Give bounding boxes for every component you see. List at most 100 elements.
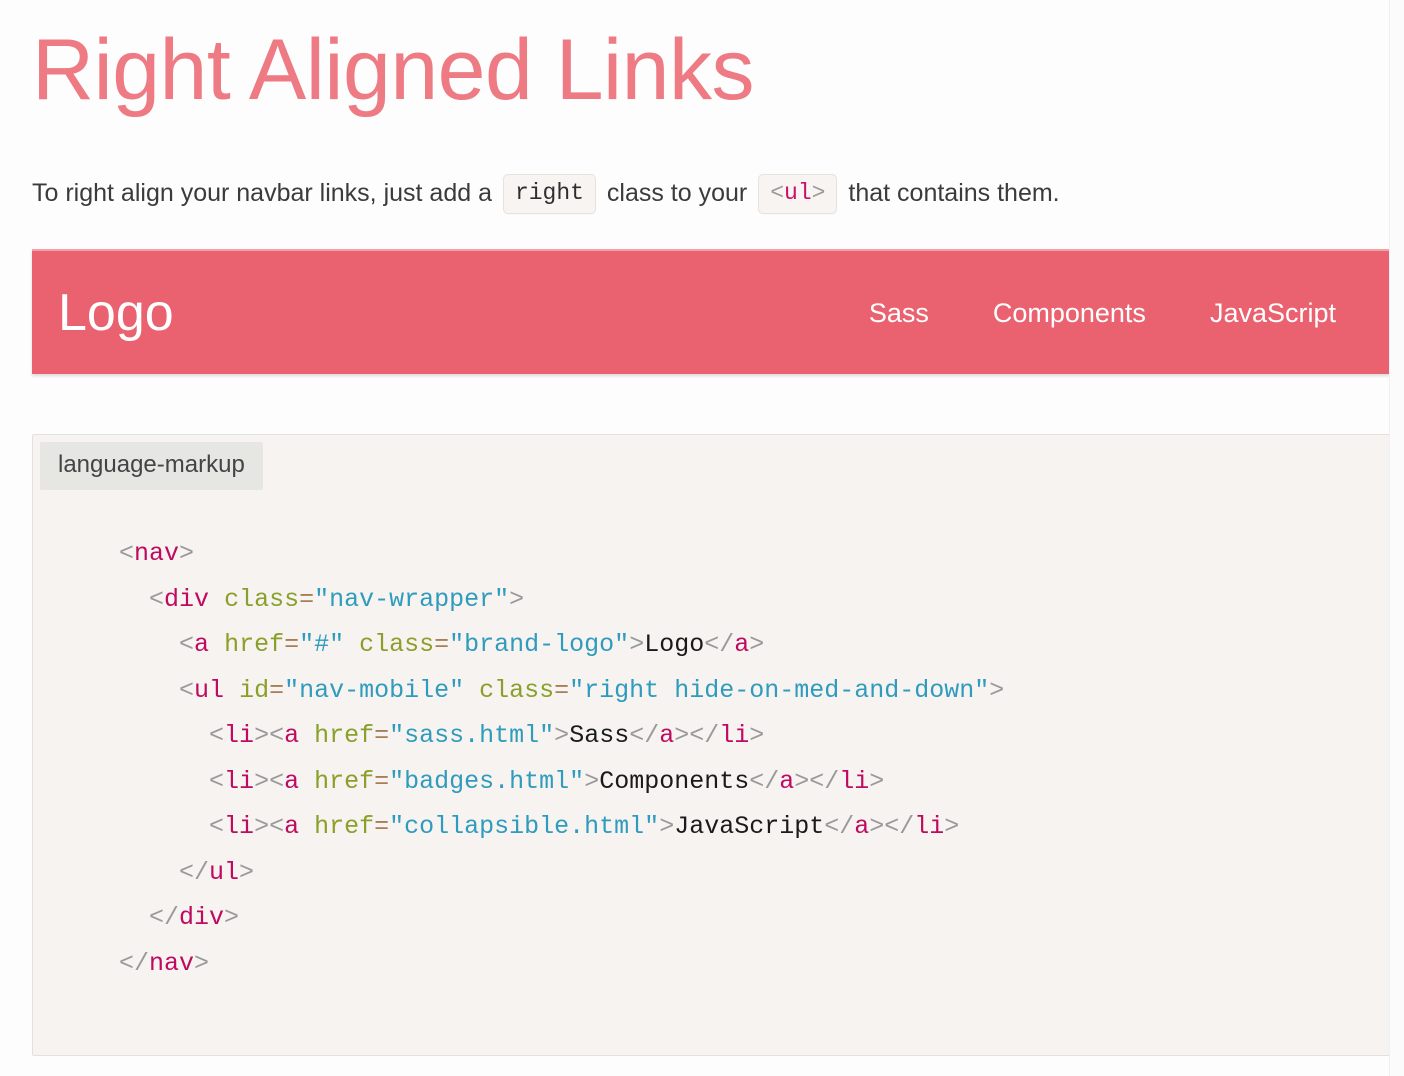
navbar-link-item: Sass [837, 297, 961, 329]
code-token-punc: </ [119, 948, 150, 978]
code-token-punc: > [509, 584, 525, 614]
code-token-punc: >< [254, 766, 285, 796]
code-token-punc: < [149, 584, 165, 614]
code-token-punc: > [944, 812, 960, 841]
intro-paragraph: To right align your navbar links, just a… [32, 126, 1390, 214]
code-token-punc: ></ [674, 721, 720, 750]
code-token-tag: a [659, 721, 675, 750]
code-token-punc: > [659, 812, 675, 841]
code-token-tag: a [194, 630, 210, 659]
intro-text-part3: that contains them. [848, 179, 1060, 207]
code-token-punc: > [749, 630, 765, 659]
code-token-punc: > [194, 948, 210, 978]
code-token-punc: < [209, 812, 225, 841]
code-line: </ul> [89, 850, 1389, 896]
code-token-tag: a [284, 766, 300, 796]
page-root: Right Aligned Links To right align your … [0, 0, 1404, 1076]
page-title: Right Aligned Links [32, 22, 754, 118]
code-token-punc: > [239, 857, 255, 887]
code-token-str: "nav-wrapper" [314, 584, 510, 614]
code-token-tag: li [224, 721, 255, 750]
code-line: <div class="nav-wrapper"> [89, 577, 1389, 623]
code-token-str: "sass.html" [389, 721, 555, 750]
code-token-eq: = [554, 675, 570, 705]
code-line: <li><a href="badges.html">Components</a>… [89, 759, 1389, 805]
code-token-tag: a [779, 766, 795, 796]
code-token-punc: >< [254, 812, 285, 841]
inline-code-ul-close: > [811, 180, 826, 206]
code-token-str: "collapsible.html" [389, 812, 660, 841]
code-token-punc: > [179, 539, 195, 568]
code-token-punc: ></ [794, 766, 840, 796]
code-token-attr: href [314, 812, 375, 841]
navbar-demo: Logo Sass Components JavaScript [32, 249, 1390, 374]
code-token-attr: href [224, 630, 285, 659]
code-token-punc: > [584, 766, 600, 796]
code-token-punc: < [209, 721, 225, 750]
code-token-punc: >< [254, 721, 285, 750]
inline-code-ul-open: < [770, 180, 785, 206]
code-token-eq: = [434, 630, 450, 659]
code-token-tag: a [734, 630, 750, 659]
code-token-eq: = [269, 675, 285, 705]
inline-code-right: right [502, 174, 596, 214]
page-scrollbar[interactable] [1389, 0, 1404, 1076]
navbar-link-item: JavaScript [1178, 297, 1368, 329]
inline-code-ul: <ul> [758, 174, 838, 214]
navbar-link-javascript[interactable]: JavaScript [1178, 297, 1368, 329]
code-token-text: Logo [644, 630, 705, 659]
code-token-tag: nav [134, 539, 180, 568]
code-token-tag: li [224, 812, 255, 841]
code-token-punc: > [749, 721, 765, 750]
code-token-attr: class [479, 675, 555, 705]
code-token-eq: = [299, 584, 315, 614]
navbar-link-components[interactable]: Components [961, 297, 1178, 329]
code-token-tag: a [284, 721, 300, 750]
code-token-eq: = [284, 630, 300, 659]
code-token-text: JavaScript [674, 812, 825, 841]
code-token-punc: </ [629, 721, 660, 750]
code-token-punc: < [179, 675, 195, 705]
code-token-tag: li [839, 766, 870, 796]
code-line: <ul id="nav-mobile" class="right hide-on… [89, 668, 1389, 714]
code-block: language-markup <nav> <div class="nav-wr… [32, 434, 1390, 1056]
code-line: </div> [89, 895, 1389, 941]
code-token-str: "right hide-on-med-and-down" [569, 675, 990, 705]
code-snippet[interactable]: <nav> <div class="nav-wrapper"> <a href=… [33, 435, 1389, 986]
code-token-tag: li [719, 721, 750, 750]
code-token-punc: ></ [869, 812, 915, 841]
code-token-tag: nav [149, 948, 195, 978]
code-token-punc: < [119, 539, 135, 568]
code-token-eq: = [374, 766, 390, 796]
code-token-eq: = [374, 812, 390, 841]
code-token-punc: </ [149, 903, 180, 932]
navbar-link-item: Components [961, 297, 1178, 329]
code-token-text: Sass [569, 721, 630, 750]
code-token-text: Components [599, 766, 750, 796]
code-token-punc: > [224, 903, 240, 932]
code-token-attr: id [239, 675, 270, 705]
code-token-punc: > [869, 766, 885, 796]
code-token-punc: > [989, 675, 1005, 705]
code-token-tag: ul [194, 675, 225, 705]
code-token-attr: href [314, 721, 375, 750]
code-line: <li><a href="sass.html">Sass</a></li> [89, 713, 1389, 759]
code-token-str: "badges.html" [389, 766, 585, 796]
navbar-link-sass[interactable]: Sass [837, 297, 961, 329]
intro-text-part2: class to your [606, 179, 748, 207]
code-token-tag: ul [209, 857, 240, 887]
brand-logo-link[interactable]: Logo [58, 285, 174, 341]
code-token-eq: = [374, 721, 390, 750]
code-token-attr: class [359, 630, 435, 659]
code-token-punc: </ [704, 630, 735, 659]
intro-text-part1: To right align your navbar links, just a… [32, 179, 492, 207]
code-token-punc: </ [179, 857, 210, 887]
code-token-str: "#" [299, 630, 345, 659]
code-token-str: "brand-logo" [449, 630, 630, 659]
inline-code-ul-tag: ul [784, 180, 812, 206]
